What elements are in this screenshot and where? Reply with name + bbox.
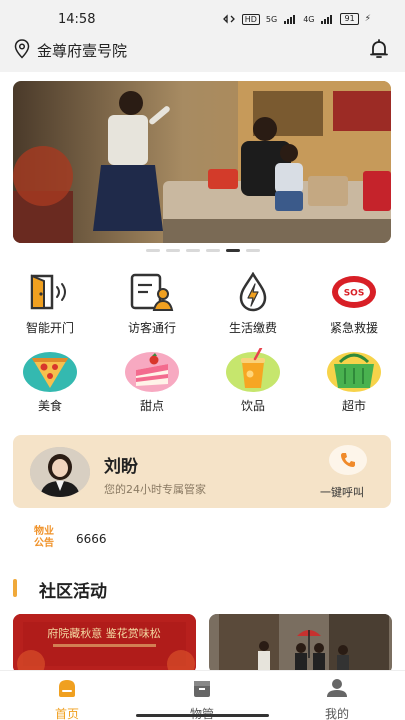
service-label: 超市 (341, 399, 366, 413)
status-bar: 14:58 HD 5G 4G 91 ⚡ (0, 0, 405, 36)
activity-card-title: 府院藏秋意 鉴花赏味松 (47, 626, 161, 640)
tab-label: 首页 (54, 707, 79, 720)
service-label: 访客通行 (127, 321, 176, 335)
notice-badge-line2: 公告 (34, 538, 54, 549)
pizza-icon (22, 348, 78, 392)
location-name[interactable]: 金尊府壹号院 (37, 40, 127, 61)
service-smart-door[interactable]: 智能开门 (10, 270, 90, 336)
service-utility-payment[interactable]: 生活缴费 (213, 270, 293, 336)
pagination-dot[interactable] (245, 249, 260, 252)
pagination-dot[interactable] (165, 249, 180, 252)
service-drinks[interactable]: 饮品 (213, 348, 293, 414)
notice-text[interactable]: 6666 (76, 532, 107, 546)
service-label: 美食 (37, 399, 62, 413)
butler-card[interactable]: 刘盼 您的24小时专属管家 一键呼叫 (13, 435, 391, 508)
tab-label: 我的 (324, 707, 349, 720)
phone-icon (341, 453, 355, 467)
home-icon (59, 680, 75, 697)
service-label: 甜点 (139, 399, 164, 413)
status-icons: HD 5G 4G 91 ⚡ (222, 13, 371, 25)
status-time: 14:58 (58, 12, 96, 27)
cake-icon (124, 348, 180, 392)
home-content[interactable]: 智能开门 访客通行 生活缴费 SOS 紧急救援 美食 甜点 饮品 超市 刘盼 您… (0, 72, 405, 670)
banner-image (13, 81, 391, 243)
service-label: 紧急救援 (329, 321, 378, 335)
pagination-dot[interactable] (185, 249, 200, 252)
5g-indicator: 5G (265, 14, 278, 24)
section-title: 社区活动 (39, 582, 107, 602)
activity-card[interactable]: 府院藏秋意 鉴花赏味松 (13, 614, 196, 670)
activity-card[interactable] (209, 614, 392, 670)
service-food[interactable]: 美食 (10, 348, 90, 414)
call-label[interactable]: 一键呼叫 (320, 484, 364, 500)
tab-label: 物管 (162, 705, 242, 720)
basket-icon (326, 348, 382, 392)
profile-icon (327, 679, 347, 697)
bottom-tab-bar: 首页 物管 我的 (0, 670, 405, 720)
pagination-dot-active[interactable] (225, 249, 240, 252)
pagination-dot[interactable] (145, 249, 160, 252)
header: 金尊府壹号院 (0, 36, 405, 72)
avatar (30, 447, 90, 497)
notice-badge-line1: 物业 (34, 526, 54, 537)
battery-icon: 91 (340, 13, 359, 25)
visitor-pass-icon (124, 270, 180, 314)
drink-icon (225, 348, 281, 392)
tab-profile[interactable]: 我的 (297, 677, 377, 720)
service-label: 智能开门 (25, 321, 74, 335)
service-supermarket[interactable]: 超市 (314, 348, 394, 414)
signal-icon (283, 14, 297, 24)
banner-pagination (0, 249, 405, 252)
door-open-icon (22, 270, 78, 314)
service-emergency[interactable]: SOS 紧急救援 (314, 270, 394, 336)
service-label: 饮品 (240, 399, 265, 413)
location-pin-icon (14, 39, 30, 59)
charging-icon: ⚡ (364, 14, 371, 24)
utility-payment-icon (225, 270, 281, 314)
service-visitor-pass[interactable]: 访客通行 (112, 270, 192, 336)
call-button[interactable] (329, 445, 367, 475)
hd-indicator: HD (241, 13, 260, 25)
service-label: 生活缴费 (228, 321, 277, 335)
sos-badge-text: SOS (344, 289, 365, 299)
signal-icon-2 (320, 14, 334, 24)
banner-carousel[interactable] (13, 81, 391, 243)
bluetooth-icon (222, 14, 236, 24)
service-dessert[interactable]: 甜点 (112, 348, 192, 414)
butler-name: 刘盼 (104, 457, 138, 477)
sos-icon: SOS (326, 270, 382, 314)
activity-card-image (209, 614, 392, 670)
butler-subtitle: 您的24小时专属管家 (104, 483, 206, 496)
bell-icon[interactable] (368, 38, 390, 60)
activity-card-image: 府院藏秋意 鉴花赏味松 (13, 614, 196, 670)
home-indicator (136, 714, 269, 717)
4g-indicator: 4G (303, 14, 315, 24)
tab-home[interactable]: 首页 (27, 677, 107, 720)
property-box-icon (194, 681, 210, 697)
section-accent-bar (13, 579, 17, 597)
property-notice-badge: 物业 公告 (26, 526, 62, 550)
pagination-dot[interactable] (205, 249, 220, 252)
